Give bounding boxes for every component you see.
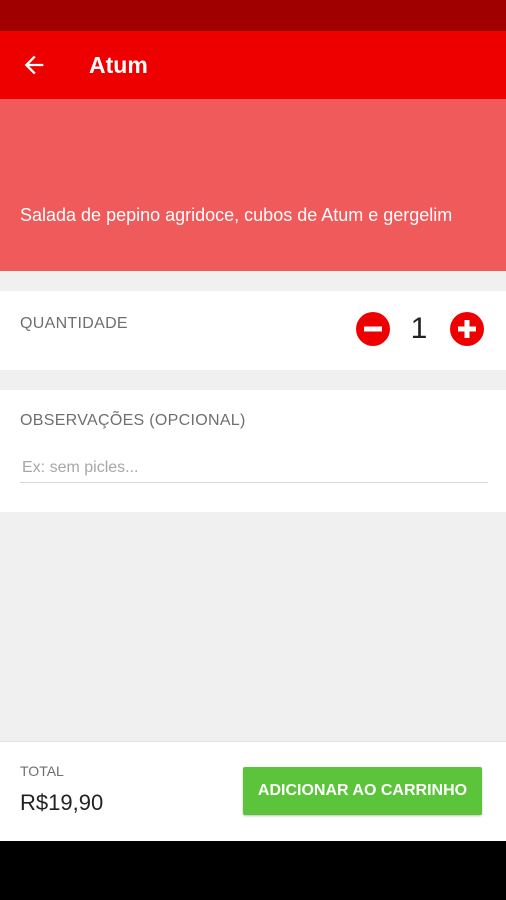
system-navigation-bar — [0, 841, 506, 900]
quantity-label: QUANTIDADE — [20, 315, 128, 332]
checkout-footer: TOTAL R$19,90 ADICIONAR AO CARRINHO — [0, 741, 506, 842]
notes-card: OBSERVAÇÕES (OPCIONAL) — [0, 390, 506, 512]
quantity-card: QUANTIDADE 1 — [0, 291, 506, 370]
total-label: TOTAL — [20, 763, 64, 779]
back-button[interactable] — [20, 51, 48, 79]
app-bar: Atum — [0, 31, 506, 99]
increase-quantity-button[interactable] — [449, 311, 485, 347]
notes-label: OBSERVAÇÕES (OPCIONAL) — [20, 412, 246, 429]
total-value: R$19,90 — [20, 790, 104, 815]
minus-circle-icon — [356, 312, 390, 346]
arrow-back-icon — [24, 55, 44, 75]
page-title: Atum — [89, 52, 148, 78]
status-bar — [0, 0, 506, 31]
plus-circle-icon — [450, 312, 484, 346]
decrease-quantity-button[interactable] — [355, 311, 391, 347]
notes-input[interactable] — [20, 454, 488, 483]
product-hero: Salada de pepino agridoce, cubos de Atum… — [0, 99, 506, 271]
add-to-cart-button[interactable]: ADICIONAR AO CARRINHO — [243, 767, 482, 815]
quantity-value: 1 — [410, 312, 428, 345]
product-description: Salada de pepino agridoce, cubos de Atum… — [20, 205, 453, 225]
